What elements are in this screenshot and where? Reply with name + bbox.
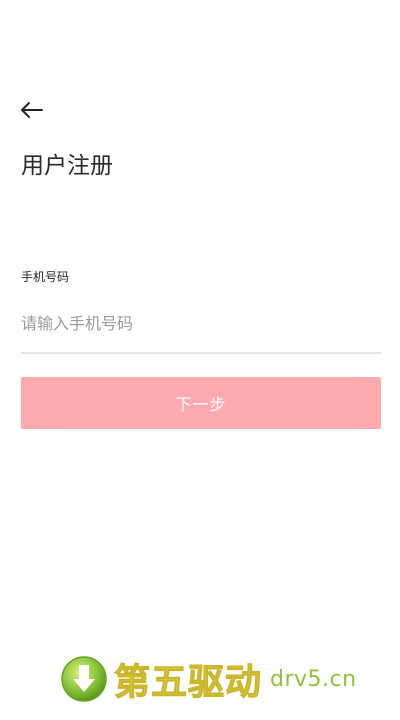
arrow-left-icon: [21, 102, 43, 118]
phone-input[interactable]: [21, 305, 381, 341]
phone-input-underline: [21, 352, 381, 354]
watermark-brand: 第五驱动: [113, 662, 263, 704]
phone-field-label: 手机号码: [21, 270, 70, 284]
watermark: 第五驱动 drv5.cn: [60, 654, 357, 704]
download-arrow-icon: [61, 656, 107, 702]
page-title: 用户注册: [21, 153, 113, 179]
next-step-button[interactable]: 下一步: [21, 377, 381, 429]
watermark-domain: drv5.cn: [270, 666, 357, 692]
back-button[interactable]: [18, 98, 46, 122]
